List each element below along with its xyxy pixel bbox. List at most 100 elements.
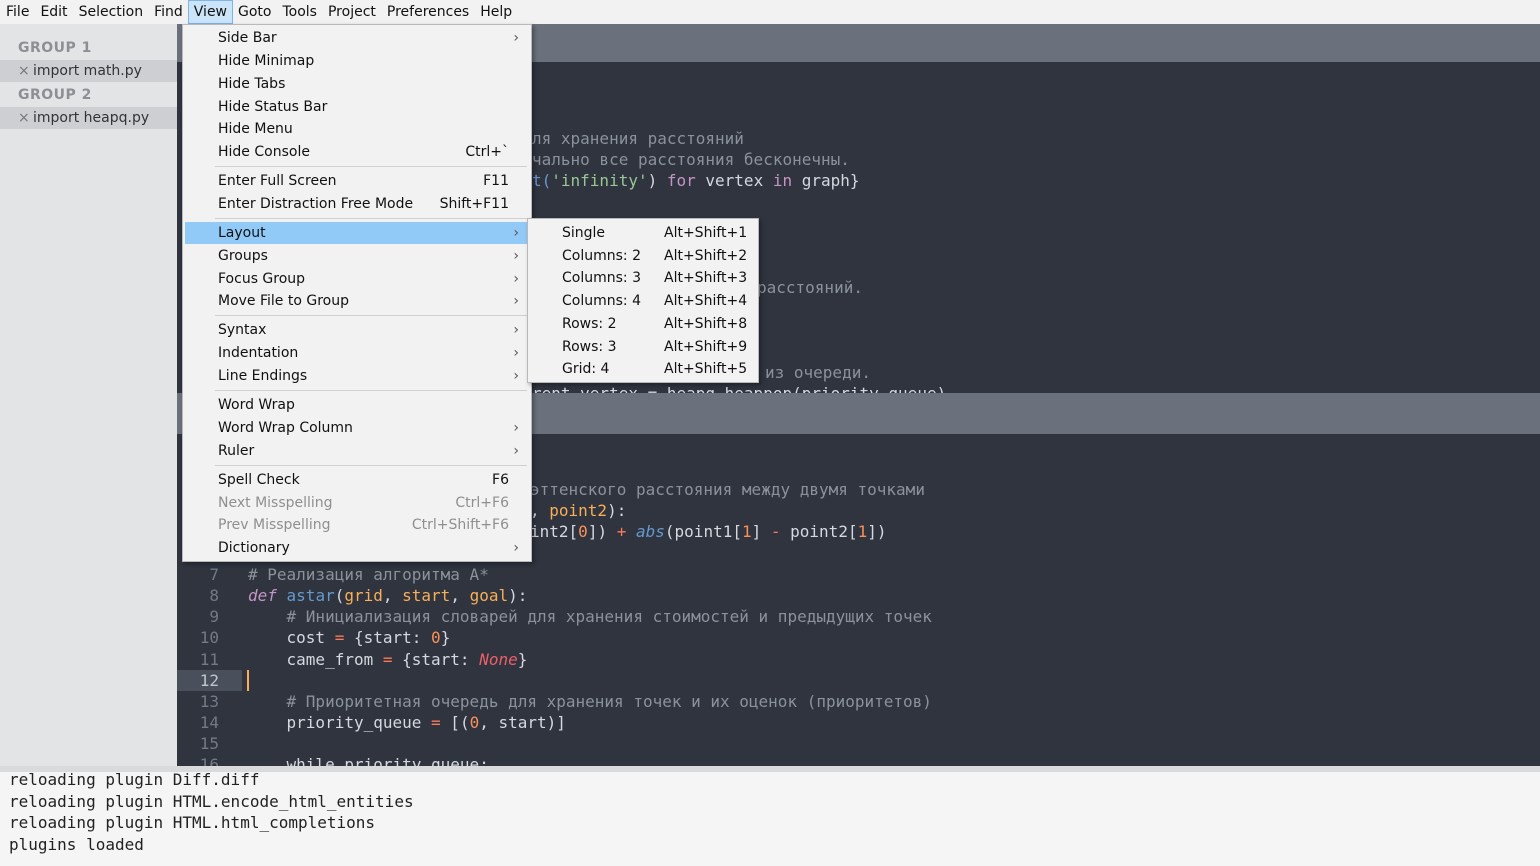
- code-line: # Приоритетная очередь для хранения точе…: [248, 692, 932, 711]
- code-line: чально все расстояния бесконечны.: [532, 150, 850, 169]
- line-number: 16: [199, 755, 219, 766]
- menu-item-distraction-free[interactable]: Enter Distraction Free Mode Shift+F11: [185, 193, 529, 215]
- chevron-right-icon: ›: [513, 420, 519, 436]
- code-line: def astar(grid, start, goal):: [248, 586, 528, 605]
- menu-item-spell-check[interactable]: Spell Check F6: [185, 469, 529, 491]
- group-1-title: GROUP 1: [18, 40, 92, 56]
- code-line: int2[0]) + abs(point1[1] - point2[1]): [530, 522, 887, 541]
- menu-file[interactable]: File: [1, 1, 34, 23]
- menu-project[interactable]: Project: [323, 1, 381, 23]
- chevron-right-icon: ›: [513, 540, 519, 556]
- code-line: ля хранения расстояний: [532, 129, 744, 148]
- menu-item-word-wrap[interactable]: Word Wrap: [185, 394, 529, 416]
- menu-item-hide-menu[interactable]: Hide Menu: [185, 118, 529, 140]
- menu-item-side-bar[interactable]: Side Bar ›: [185, 27, 529, 49]
- console-line: reloading plugin HTML.encode_html_entiti…: [9, 792, 414, 811]
- chevron-right-icon: ›: [513, 30, 519, 46]
- menu-item-word-wrap-column[interactable]: Word Wrap Column ›: [185, 417, 529, 439]
- code-line: # Реализация алгоритма A*: [248, 565, 489, 584]
- menu-goto[interactable]: Goto: [233, 1, 276, 23]
- menu-item-indentation[interactable]: Indentation ›: [185, 342, 529, 364]
- layout-rows-3[interactable]: Rows: 3 Alt+Shift+9: [530, 336, 756, 358]
- code-line: , point2):: [530, 501, 627, 520]
- code-line: priority_queue = [(0, start)]: [248, 713, 566, 732]
- file-name: import math.py: [33, 63, 142, 79]
- menu-separator: [215, 166, 527, 167]
- code-line: # Инициализация словарей для хранения ст…: [248, 607, 932, 626]
- menu-item-layout[interactable]: Layout ›: [185, 222, 529, 244]
- menu-item-line-endings[interactable]: Line Endings ›: [185, 365, 529, 387]
- console-line: plugins loaded: [9, 835, 144, 854]
- layout-columns-2[interactable]: Columns: 2 Alt+Shift+2: [530, 245, 756, 267]
- line-number: 11: [199, 650, 219, 669]
- console-line: reloading plugin HTML.html_completions: [9, 813, 376, 832]
- menu-item-next-misspelling: Next Misspelling Ctrl+F6: [218, 495, 509, 511]
- menu-item-hide-tabs[interactable]: Hide Tabs: [185, 73, 529, 95]
- code-line: из очереди.: [765, 363, 871, 382]
- menu-item-enter-full-screen[interactable]: Enter Full Screen F11: [185, 170, 529, 192]
- chevron-right-icon: ›: [513, 322, 519, 338]
- code-line: while priority_queue:: [248, 755, 489, 766]
- group-2-title: GROUP 2: [18, 87, 92, 103]
- console-line: reloading plugin Diff.diff: [9, 770, 260, 789]
- chevron-right-icon: ›: [513, 368, 519, 384]
- code-line: t('infinity') for vertex in graph}: [532, 171, 860, 190]
- layout-single[interactable]: Single Alt+Shift+1: [530, 222, 756, 244]
- menu-view[interactable]: View: [187, 0, 234, 24]
- menu-item-move-file-to-group[interactable]: Move File to Group ›: [185, 290, 529, 312]
- chevron-right-icon: ›: [513, 248, 519, 264]
- chevron-right-icon: ›: [513, 345, 519, 361]
- sidebar: GROUP 1 × import math.py GROUP 2 × impor…: [0, 24, 177, 766]
- menu-separator: [215, 390, 527, 391]
- menu-find[interactable]: Find: [149, 1, 188, 23]
- menu-item-hide-console[interactable]: Hide Console Ctrl+`: [185, 141, 529, 163]
- menu-item-groups[interactable]: Groups ›: [185, 245, 529, 267]
- layout-columns-3[interactable]: Columns: 3 Alt+Shift+3: [530, 267, 756, 289]
- menu-item-hide-status-bar[interactable]: Hide Status Bar: [185, 96, 529, 118]
- chevron-right-icon: ›: [513, 225, 519, 241]
- line-number: 7: [209, 565, 219, 584]
- view-menu-dropdown: Side Bar › Hide Minimap Hide Tabs Hide St…: [182, 24, 532, 562]
- menu-help[interactable]: Help: [475, 1, 517, 23]
- code-line: эттенского расстояния между двумя точкам…: [530, 480, 925, 499]
- menu-preferences[interactable]: Preferences: [382, 1, 474, 23]
- file-name: import heapq.py: [33, 110, 150, 126]
- close-icon[interactable]: ×: [18, 60, 30, 82]
- text-cursor: [247, 670, 249, 691]
- chevron-right-icon: ›: [513, 443, 519, 459]
- code-line: came_from = {start: None}: [248, 650, 528, 669]
- line-number: 14: [199, 713, 219, 732]
- layout-rows-2[interactable]: Rows: 2 Alt+Shift+8: [530, 313, 756, 335]
- code-line: cost = {start: 0}: [248, 628, 451, 647]
- layout-submenu: Single Alt+Shift+1 Columns: 2 Alt+Shift+2 …: [527, 218, 759, 383]
- code-line: rent_vertex = heapq.heappop(priority_que…: [532, 383, 946, 393]
- line-number: 15: [199, 734, 219, 753]
- layout-columns-4[interactable]: Columns: 4 Alt+Shift+4: [530, 290, 756, 312]
- line-number: 13: [199, 692, 219, 711]
- menu-tools[interactable]: Tools: [277, 1, 322, 23]
- chevron-right-icon: ›: [513, 271, 519, 287]
- line-number: 8: [209, 586, 219, 605]
- menu-edit[interactable]: Edit: [35, 1, 72, 23]
- menu-item-ruler[interactable]: Ruler ›: [185, 440, 529, 462]
- menu-item-syntax[interactable]: Syntax ›: [185, 319, 529, 341]
- menu-selection[interactable]: Selection: [74, 1, 149, 23]
- line-number: 9: [209, 607, 219, 626]
- chevron-right-icon: ›: [513, 293, 519, 309]
- menu-item-dictionary[interactable]: Dictionary ›: [185, 537, 529, 559]
- menu-item-hide-minimap[interactable]: Hide Minimap: [185, 50, 529, 72]
- open-file-math[interactable]: × import math.py: [0, 60, 177, 82]
- menu-separator: [215, 465, 527, 466]
- layout-grid-4[interactable]: Grid: 4 Alt+Shift+5: [530, 358, 756, 380]
- menu-item-prev-misspelling: Prev Misspelling Ctrl+Shift+F6: [218, 517, 509, 533]
- console-panel: reloading plugin Diff.diff reloading plu…: [0, 766, 1540, 866]
- code-line: расстояний.: [757, 278, 863, 297]
- line-number: 10: [199, 628, 219, 647]
- menu-item-focus-group[interactable]: Focus Group ›: [185, 268, 529, 290]
- menu-separator: [215, 218, 527, 219]
- line-number: 12: [199, 671, 219, 690]
- open-file-heapq[interactable]: × import heapq.py: [0, 107, 177, 129]
- close-icon[interactable]: ×: [18, 107, 30, 129]
- menu-separator: [215, 315, 527, 316]
- menubar: File Edit Selection Find View Goto Tools…: [0, 0, 1540, 24]
